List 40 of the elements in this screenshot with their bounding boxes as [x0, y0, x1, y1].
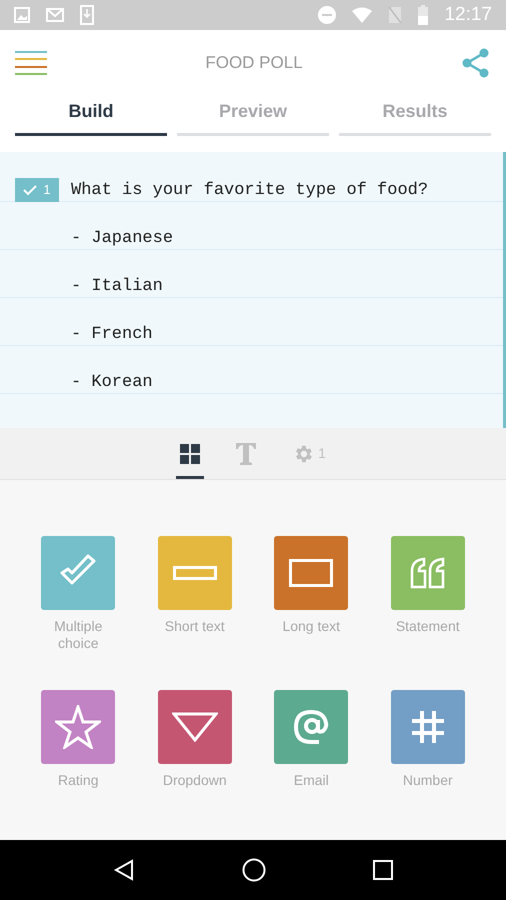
text-icon [236, 442, 256, 464]
question-type-button[interactable]: Short text [136, 536, 253, 652]
question-editor[interactable]: 1 What is your favorite type of food? - Japanese - Italian - French - Korean [0, 152, 506, 428]
tab[interactable]: Build [15, 96, 167, 136]
battery-icon [418, 5, 428, 25]
no-sim-icon [388, 6, 402, 24]
back-icon[interactable] [113, 859, 136, 881]
grid-icon [180, 444, 200, 464]
at-sign-icon [293, 709, 330, 745]
download-icon [80, 5, 94, 25]
recents-icon[interactable] [372, 860, 393, 880]
question-number: 1 [43, 181, 51, 200]
question-type-button[interactable]: Email [253, 690, 370, 789]
rectangle-icon [289, 559, 334, 587]
checkmark-icon [23, 184, 38, 196]
page-title: FOOD POLL [204, 52, 304, 74]
tab[interactable]: Results [339, 96, 491, 136]
question-type-button[interactable]: Dropdown [136, 690, 253, 789]
editor-line: - Japanese [71, 228, 174, 250]
editor-line: What is your favorite type of food? [71, 180, 428, 202]
tab[interactable]: Preview [177, 96, 329, 136]
rectangle-icon [172, 566, 217, 580]
question-type-button[interactable]: Long text [253, 536, 370, 652]
mail-icon [46, 7, 64, 23]
editor-line: - Italian [71, 276, 163, 298]
question-type-button[interactable]: Rating [20, 690, 136, 789]
home-icon[interactable] [242, 858, 266, 882]
share-icon [462, 48, 490, 78]
editor-line: - French [71, 324, 153, 346]
quote-icon [410, 557, 446, 589]
editor-line: - Korean [71, 372, 153, 394]
image-icon [14, 7, 30, 23]
question-type-button[interactable]: Statement [370, 536, 486, 652]
triangle-icon [172, 712, 218, 742]
do-not-disturb-icon [318, 6, 336, 24]
hash-icon [410, 709, 446, 745]
question-type-button[interactable]: Multiple choice [20, 536, 136, 652]
star-icon [55, 705, 102, 749]
question-type-button[interactable]: Number [370, 690, 486, 789]
wifi-icon [352, 7, 372, 23]
